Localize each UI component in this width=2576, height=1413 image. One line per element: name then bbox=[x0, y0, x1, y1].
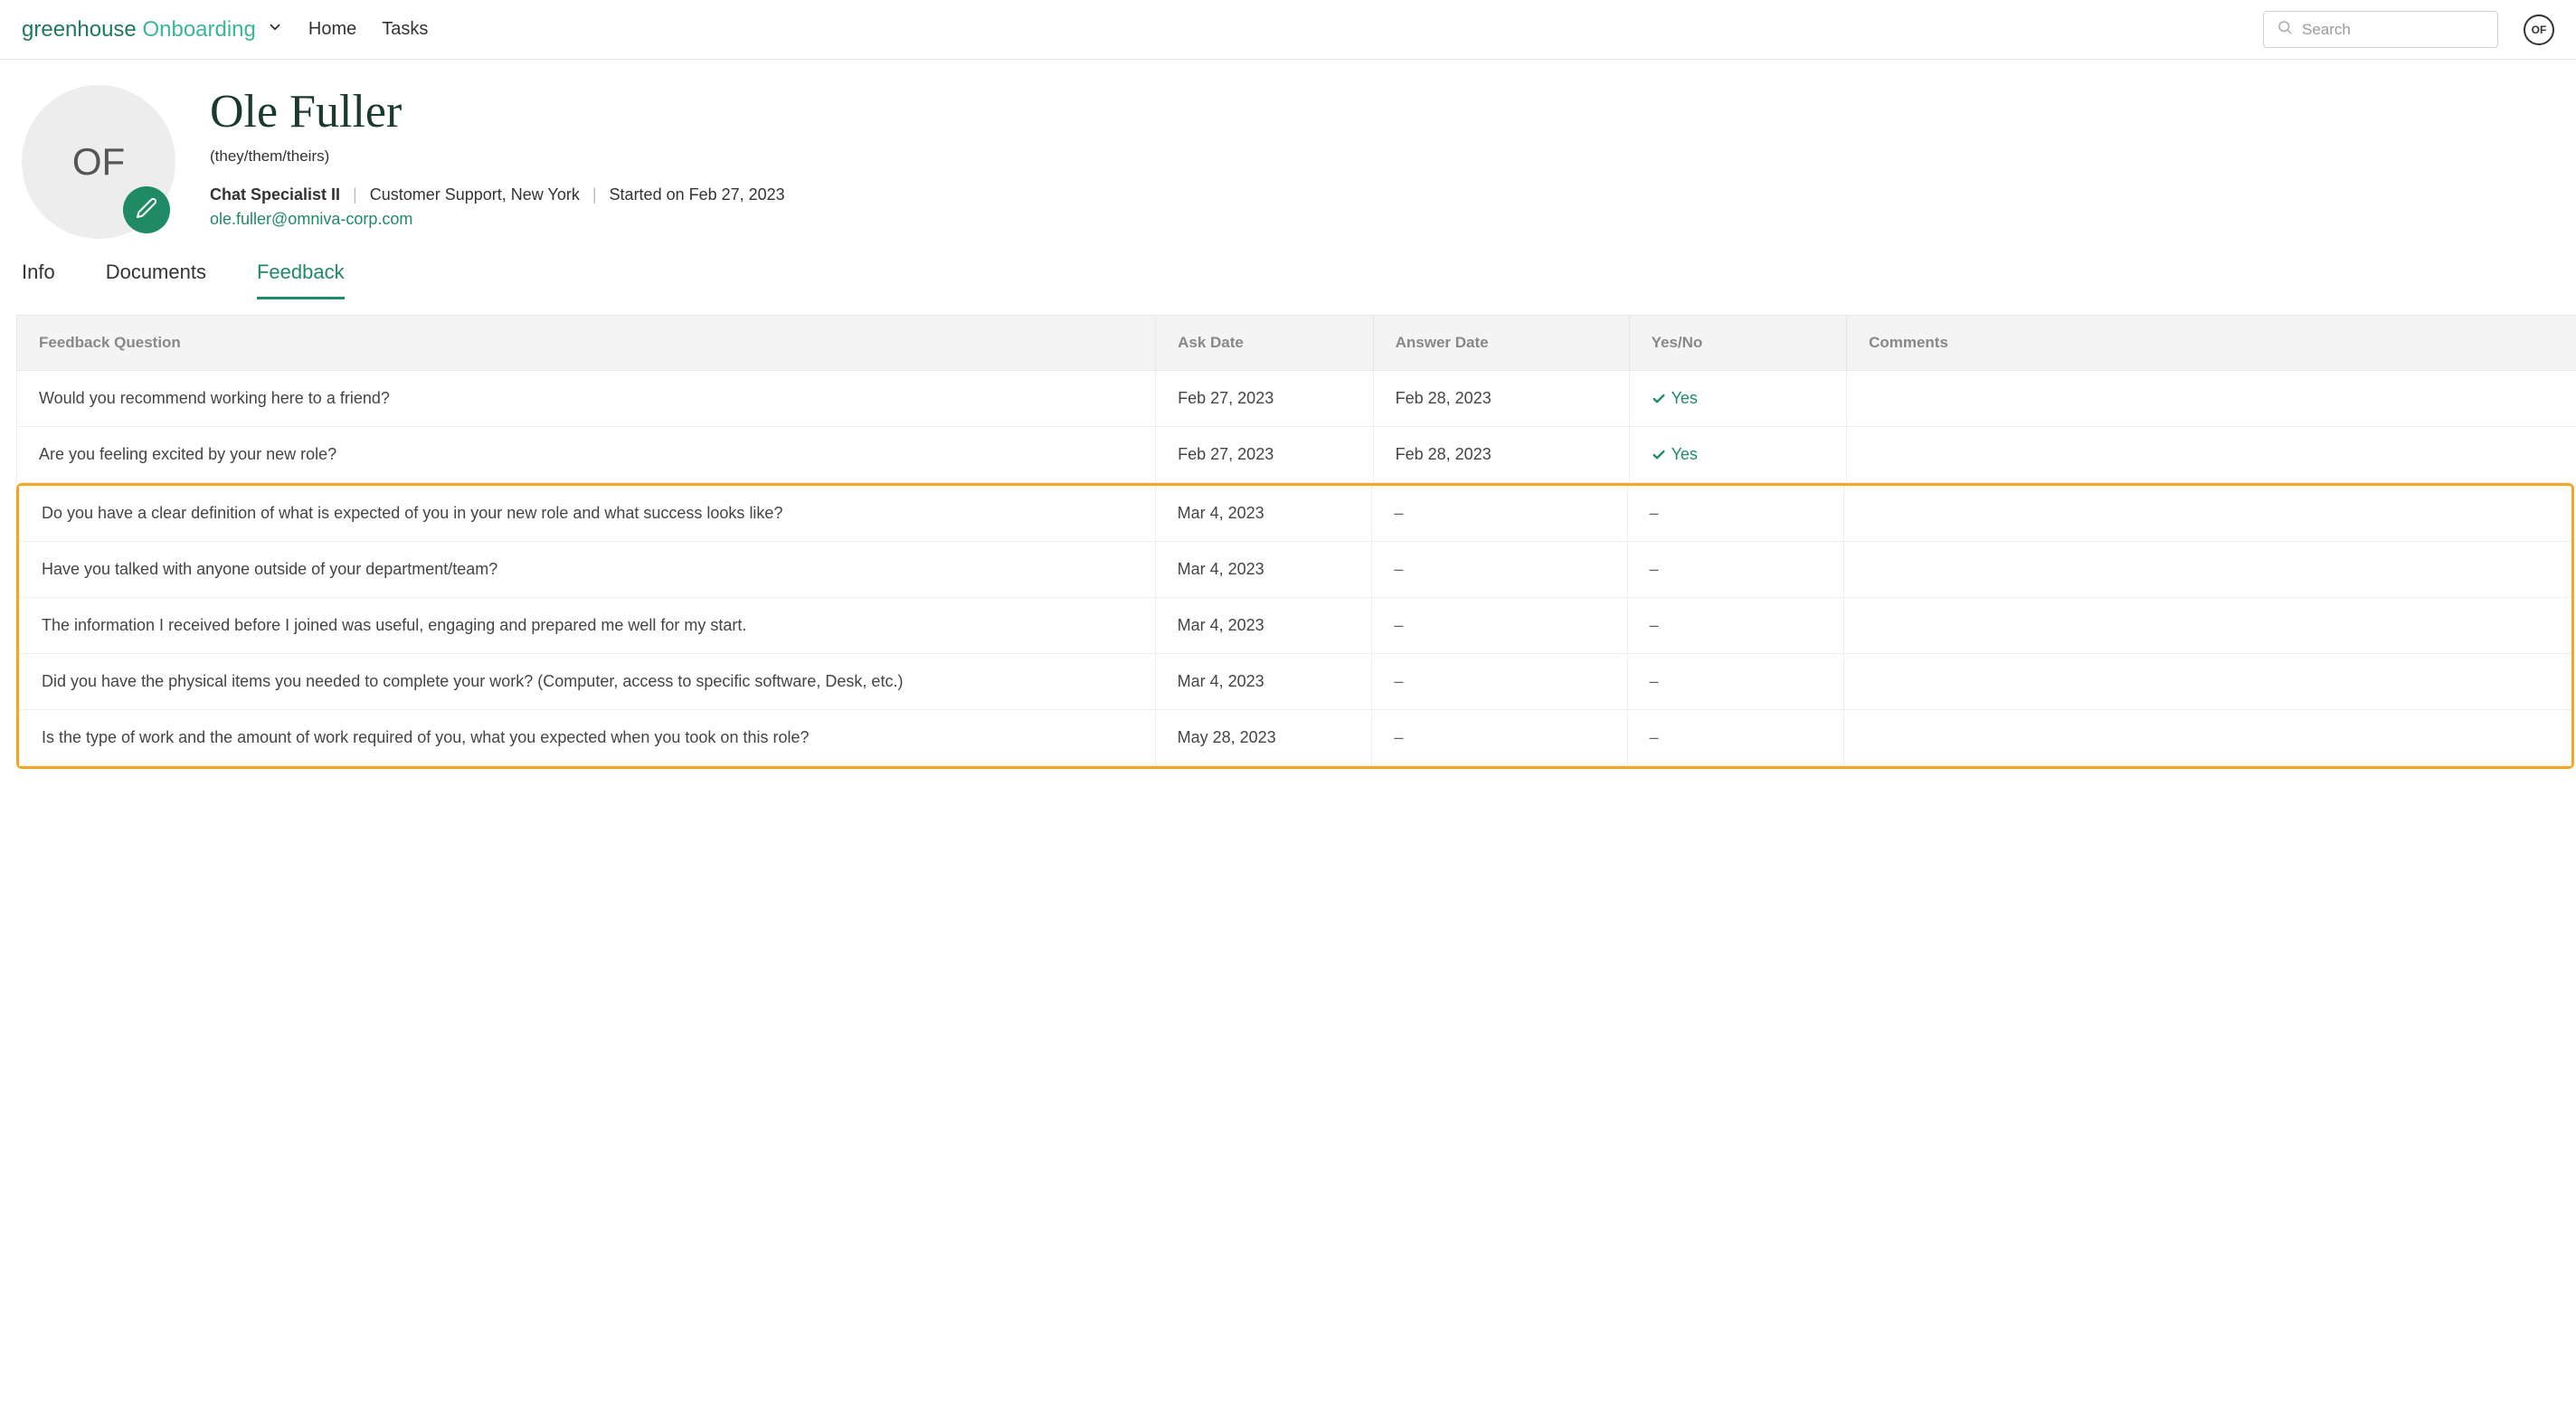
profile-info: Ole Fuller (they/them/theirs) Chat Speci… bbox=[210, 85, 785, 229]
profile-email[interactable]: ole.fuller@omniva-corp.com bbox=[210, 210, 785, 229]
tab-documents[interactable]: Documents bbox=[106, 261, 206, 299]
cell-comments bbox=[1844, 542, 2571, 598]
cell-ask-date: Feb 27, 2023 bbox=[1156, 371, 1374, 427]
user-avatar[interactable]: OF bbox=[2524, 14, 2554, 45]
cell-yesno: – bbox=[1627, 598, 1844, 654]
cell-ask-date: Mar 4, 2023 bbox=[1155, 542, 1372, 598]
check-icon bbox=[1652, 392, 1666, 406]
cell-comments bbox=[1844, 486, 2571, 542]
search-input[interactable] bbox=[2302, 21, 2485, 39]
cell-question: Are you feeling excited by your new role… bbox=[17, 427, 1156, 483]
profile-meta: Chat Specialist II | Customer Support, N… bbox=[210, 185, 785, 204]
cell-answer-date: – bbox=[1372, 654, 1627, 710]
feedback-table-highlighted: Do you have a clear definition of what i… bbox=[19, 486, 2571, 766]
search-box[interactable] bbox=[2263, 11, 2498, 48]
cell-answer-date: – bbox=[1372, 542, 1627, 598]
cell-ask-date: Feb 27, 2023 bbox=[1156, 427, 1374, 483]
table-row: Is the type of work and the amount of wo… bbox=[20, 710, 2572, 766]
cell-ask-date: Mar 4, 2023 bbox=[1155, 654, 1372, 710]
tab-feedback[interactable]: Feedback bbox=[257, 261, 345, 299]
pencil-icon bbox=[136, 197, 157, 223]
col-header-yesno: Yes/No bbox=[1629, 316, 1847, 371]
edit-avatar-button[interactable] bbox=[123, 186, 170, 233]
top-nav: greenhouse Onboarding Home Tasks OF bbox=[0, 0, 2576, 60]
cell-yesno: – bbox=[1627, 542, 1844, 598]
cell-ask-date: May 28, 2023 bbox=[1155, 710, 1372, 766]
cell-yesno: Yes bbox=[1629, 427, 1847, 483]
chevron-down-icon bbox=[267, 19, 283, 40]
cell-comments bbox=[1847, 427, 2576, 483]
cell-comments bbox=[1847, 371, 2576, 427]
cell-answer-date: – bbox=[1372, 486, 1627, 542]
cell-yesno: Yes bbox=[1629, 371, 1847, 427]
table-row: Do you have a clear definition of what i… bbox=[20, 486, 2572, 542]
logo-onboarding: Onboarding bbox=[142, 17, 255, 42]
table-row: Would you recommend working here to a fr… bbox=[17, 371, 2576, 427]
col-header-ask-date: Ask Date bbox=[1156, 316, 1374, 371]
cell-comments bbox=[1844, 654, 2571, 710]
cell-ask-date: Mar 4, 2023 bbox=[1155, 598, 1372, 654]
table-row: The information I received before I join… bbox=[20, 598, 2572, 654]
search-icon bbox=[2277, 19, 2293, 40]
cell-answer-date: – bbox=[1372, 598, 1627, 654]
profile-title: Chat Specialist II bbox=[210, 185, 340, 204]
col-header-comments: Comments bbox=[1847, 316, 2576, 371]
profile-department: Customer Support, New York bbox=[370, 185, 580, 204]
cell-comments bbox=[1844, 598, 2571, 654]
profile-tabs: Info Documents Feedback bbox=[0, 239, 2576, 300]
highlighted-rows: Do you have a clear definition of what i… bbox=[16, 483, 2574, 769]
cell-answer-date: – bbox=[1372, 710, 1627, 766]
table-row: Have you talked with anyone outside of y… bbox=[20, 542, 2572, 598]
cell-comments bbox=[1844, 710, 2571, 766]
profile-name: Ole Fuller bbox=[210, 85, 785, 138]
cell-ask-date: Mar 4, 2023 bbox=[1155, 486, 1372, 542]
cell-question: Would you recommend working here to a fr… bbox=[17, 371, 1156, 427]
cell-answer-date: Feb 28, 2023 bbox=[1373, 371, 1629, 427]
cell-yesno: – bbox=[1627, 710, 1844, 766]
product-switcher[interactable]: greenhouse Onboarding bbox=[22, 17, 283, 43]
cell-question: Did you have the physical items you need… bbox=[20, 654, 1156, 710]
cell-answer-date: Feb 28, 2023 bbox=[1373, 427, 1629, 483]
nav-tasks[interactable]: Tasks bbox=[382, 19, 428, 40]
col-header-question: Feedback Question bbox=[17, 316, 1156, 371]
table-row: Did you have the physical items you need… bbox=[20, 654, 2572, 710]
feedback-table: Feedback Question Ask Date Answer Date Y… bbox=[16, 315, 2576, 483]
cell-yesno: – bbox=[1627, 486, 1844, 542]
profile-pronouns: (they/them/theirs) bbox=[210, 147, 785, 166]
table-row: Are you feeling excited by your new role… bbox=[17, 427, 2576, 483]
cell-question: The information I received before I join… bbox=[20, 598, 1156, 654]
col-header-answer-date: Answer Date bbox=[1373, 316, 1629, 371]
nav-home[interactable]: Home bbox=[308, 19, 356, 40]
logo-greenhouse: greenhouse bbox=[22, 17, 137, 42]
check-icon bbox=[1652, 448, 1666, 462]
profile-header: OF Ole Fuller (they/them/theirs) Chat Sp… bbox=[0, 60, 2576, 239]
cell-yesno: – bbox=[1627, 654, 1844, 710]
profile-avatar-wrap: OF bbox=[22, 85, 175, 239]
cell-question: Is the type of work and the amount of wo… bbox=[20, 710, 1156, 766]
tab-info[interactable]: Info bbox=[22, 261, 55, 299]
profile-start: Started on Feb 27, 2023 bbox=[610, 185, 785, 204]
cell-question: Do you have a clear definition of what i… bbox=[20, 486, 1156, 542]
feedback-table-wrap: Feedback Question Ask Date Answer Date Y… bbox=[0, 300, 2576, 769]
cell-question: Have you talked with anyone outside of y… bbox=[20, 542, 1156, 598]
